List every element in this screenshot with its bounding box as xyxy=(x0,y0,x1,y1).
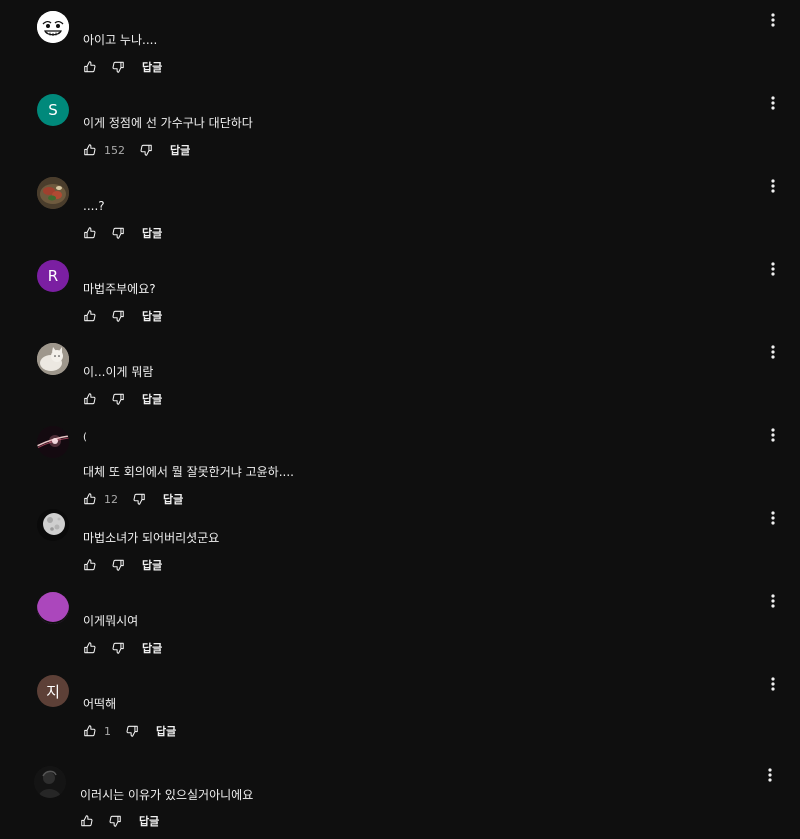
comment-text: 어떡해 xyxy=(83,697,117,711)
comment-actions: 152 답글 xyxy=(83,141,190,159)
avatar[interactable] xyxy=(37,509,69,541)
avatar[interactable] xyxy=(34,766,66,798)
avatar[interactable] xyxy=(37,426,69,458)
dislike-icon[interactable] xyxy=(125,724,139,738)
avatar-letter: S xyxy=(48,101,58,119)
comment-item: 이...이게 뭐람답글 xyxy=(0,332,800,415)
reply-button[interactable]: 답글 xyxy=(142,557,162,573)
avatar[interactable] xyxy=(37,177,69,209)
more-options-icon[interactable] xyxy=(766,178,780,194)
comment-item: 아이고 누나.... 답글 xyxy=(0,0,800,83)
comment-actions: 답글 xyxy=(80,812,159,830)
avatar[interactable] xyxy=(37,343,69,375)
comment-actions: 답글 xyxy=(83,307,162,325)
comment-text: 이게뭐시여 xyxy=(83,614,139,628)
reply-button[interactable]: 답글 xyxy=(139,813,159,829)
dislike-icon[interactable] xyxy=(108,814,122,828)
more-options-icon[interactable] xyxy=(766,427,780,443)
dislike-icon[interactable] xyxy=(111,392,125,406)
more-options-icon[interactable] xyxy=(766,344,780,360)
like-icon[interactable] xyxy=(80,814,94,828)
comment-actions: 답글 xyxy=(83,639,162,657)
more-options-icon[interactable] xyxy=(766,95,780,111)
reply-button[interactable]: 답글 xyxy=(156,723,176,739)
reply-button[interactable]: 답글 xyxy=(142,640,162,656)
dislike-icon[interactable] xyxy=(111,226,125,240)
like-icon[interactable] xyxy=(83,724,97,738)
comment-item: R 마법주부에요? 답글 xyxy=(0,249,800,332)
avatar[interactable]: R xyxy=(37,260,69,292)
comment-actions: 답글 xyxy=(83,556,162,574)
rage-face-icon xyxy=(37,11,69,43)
like-icon[interactable] xyxy=(83,558,97,572)
reply-button[interactable]: 답글 xyxy=(170,142,190,158)
like-icon[interactable] xyxy=(83,309,97,323)
like-icon[interactable] xyxy=(83,641,97,655)
more-options-icon[interactable] xyxy=(763,767,777,783)
comment-item: 지어떡해 1 답글 xyxy=(0,664,800,747)
dislike-icon[interactable] xyxy=(111,558,125,572)
comment-text: 마법주부에요? xyxy=(83,282,156,296)
comment-item: S 이게 정점에 선 가수구나 대단하다 152 답글 xyxy=(0,83,800,166)
reply-button[interactable]: 답글 xyxy=(142,59,162,75)
food-photo-icon xyxy=(37,177,69,209)
avatar[interactable] xyxy=(37,11,69,43)
avatar-letter: 지 xyxy=(46,682,60,701)
comment-item: 마법소녀가 되어버리셧군요답글 xyxy=(0,498,800,581)
white-cat-photo-icon xyxy=(37,343,69,375)
comment-text: 대체 또 회의에서 뭘 잘못한거냐 고윤하.... xyxy=(83,465,294,479)
reply-button[interactable]: 답글 xyxy=(142,225,162,241)
comment-text: 이러시는 이유가 있으실거아니에요 xyxy=(80,788,254,802)
comment-actions: 1 답글 xyxy=(83,722,176,740)
more-options-icon[interactable] xyxy=(766,593,780,609)
reply-button[interactable]: 답글 xyxy=(142,308,162,324)
comment-item: 이게뭐시여 답글 xyxy=(0,581,800,664)
comment-item: (대체 또 회의에서 뭘 잘못한거냐 고윤하.... 12 답글 xyxy=(0,415,800,506)
more-options-icon[interactable] xyxy=(766,510,780,526)
comment-text: ....? xyxy=(83,199,105,213)
dislike-icon[interactable] xyxy=(111,309,125,323)
like-icon[interactable] xyxy=(83,392,97,406)
comment-header: ( xyxy=(83,432,87,443)
like-count: 152 xyxy=(104,143,125,157)
light-streak-icon xyxy=(37,426,69,458)
more-options-icon[interactable] xyxy=(766,12,780,28)
more-options-icon[interactable] xyxy=(766,676,780,692)
like-icon[interactable] xyxy=(83,60,97,74)
comment-item: 이러시는 이유가 있으실거아니에요답글 xyxy=(0,755,800,838)
avatar-letter: R xyxy=(47,267,59,285)
like-icon[interactable] xyxy=(83,143,97,157)
comment-actions: 답글 xyxy=(83,58,162,76)
avatar[interactable] xyxy=(37,592,69,624)
comment-list: 아이고 누나.... 답글 S 이게 정점에 선 가수구나 대단하다 152 답글....… xyxy=(0,0,800,839)
dislike-icon[interactable] xyxy=(111,641,125,655)
dark-figure-icon xyxy=(34,766,66,798)
comment-text: 이...이게 뭐람 xyxy=(83,365,154,379)
dislike-icon[interactable] xyxy=(139,143,153,157)
moon-photo-icon xyxy=(37,509,69,541)
dislike-icon[interactable] xyxy=(111,60,125,74)
more-options-icon[interactable] xyxy=(766,261,780,277)
purple-avatar-icon xyxy=(37,592,69,624)
comment-text: 이게 정점에 선 가수구나 대단하다 xyxy=(83,116,253,130)
like-count: 1 xyxy=(104,724,111,738)
comment-actions: 답글 xyxy=(83,224,162,242)
avatar[interactable]: 지 xyxy=(37,675,69,707)
comment-actions: 답글 xyxy=(83,390,162,408)
comment-item: ....? 답글 xyxy=(0,166,800,249)
comment-text: 마법소녀가 되어버리셧군요 xyxy=(83,531,220,545)
comment-text: 아이고 누나.... xyxy=(83,33,158,47)
like-icon[interactable] xyxy=(83,226,97,240)
reply-button[interactable]: 답글 xyxy=(142,391,162,407)
avatar[interactable]: S xyxy=(37,94,69,126)
